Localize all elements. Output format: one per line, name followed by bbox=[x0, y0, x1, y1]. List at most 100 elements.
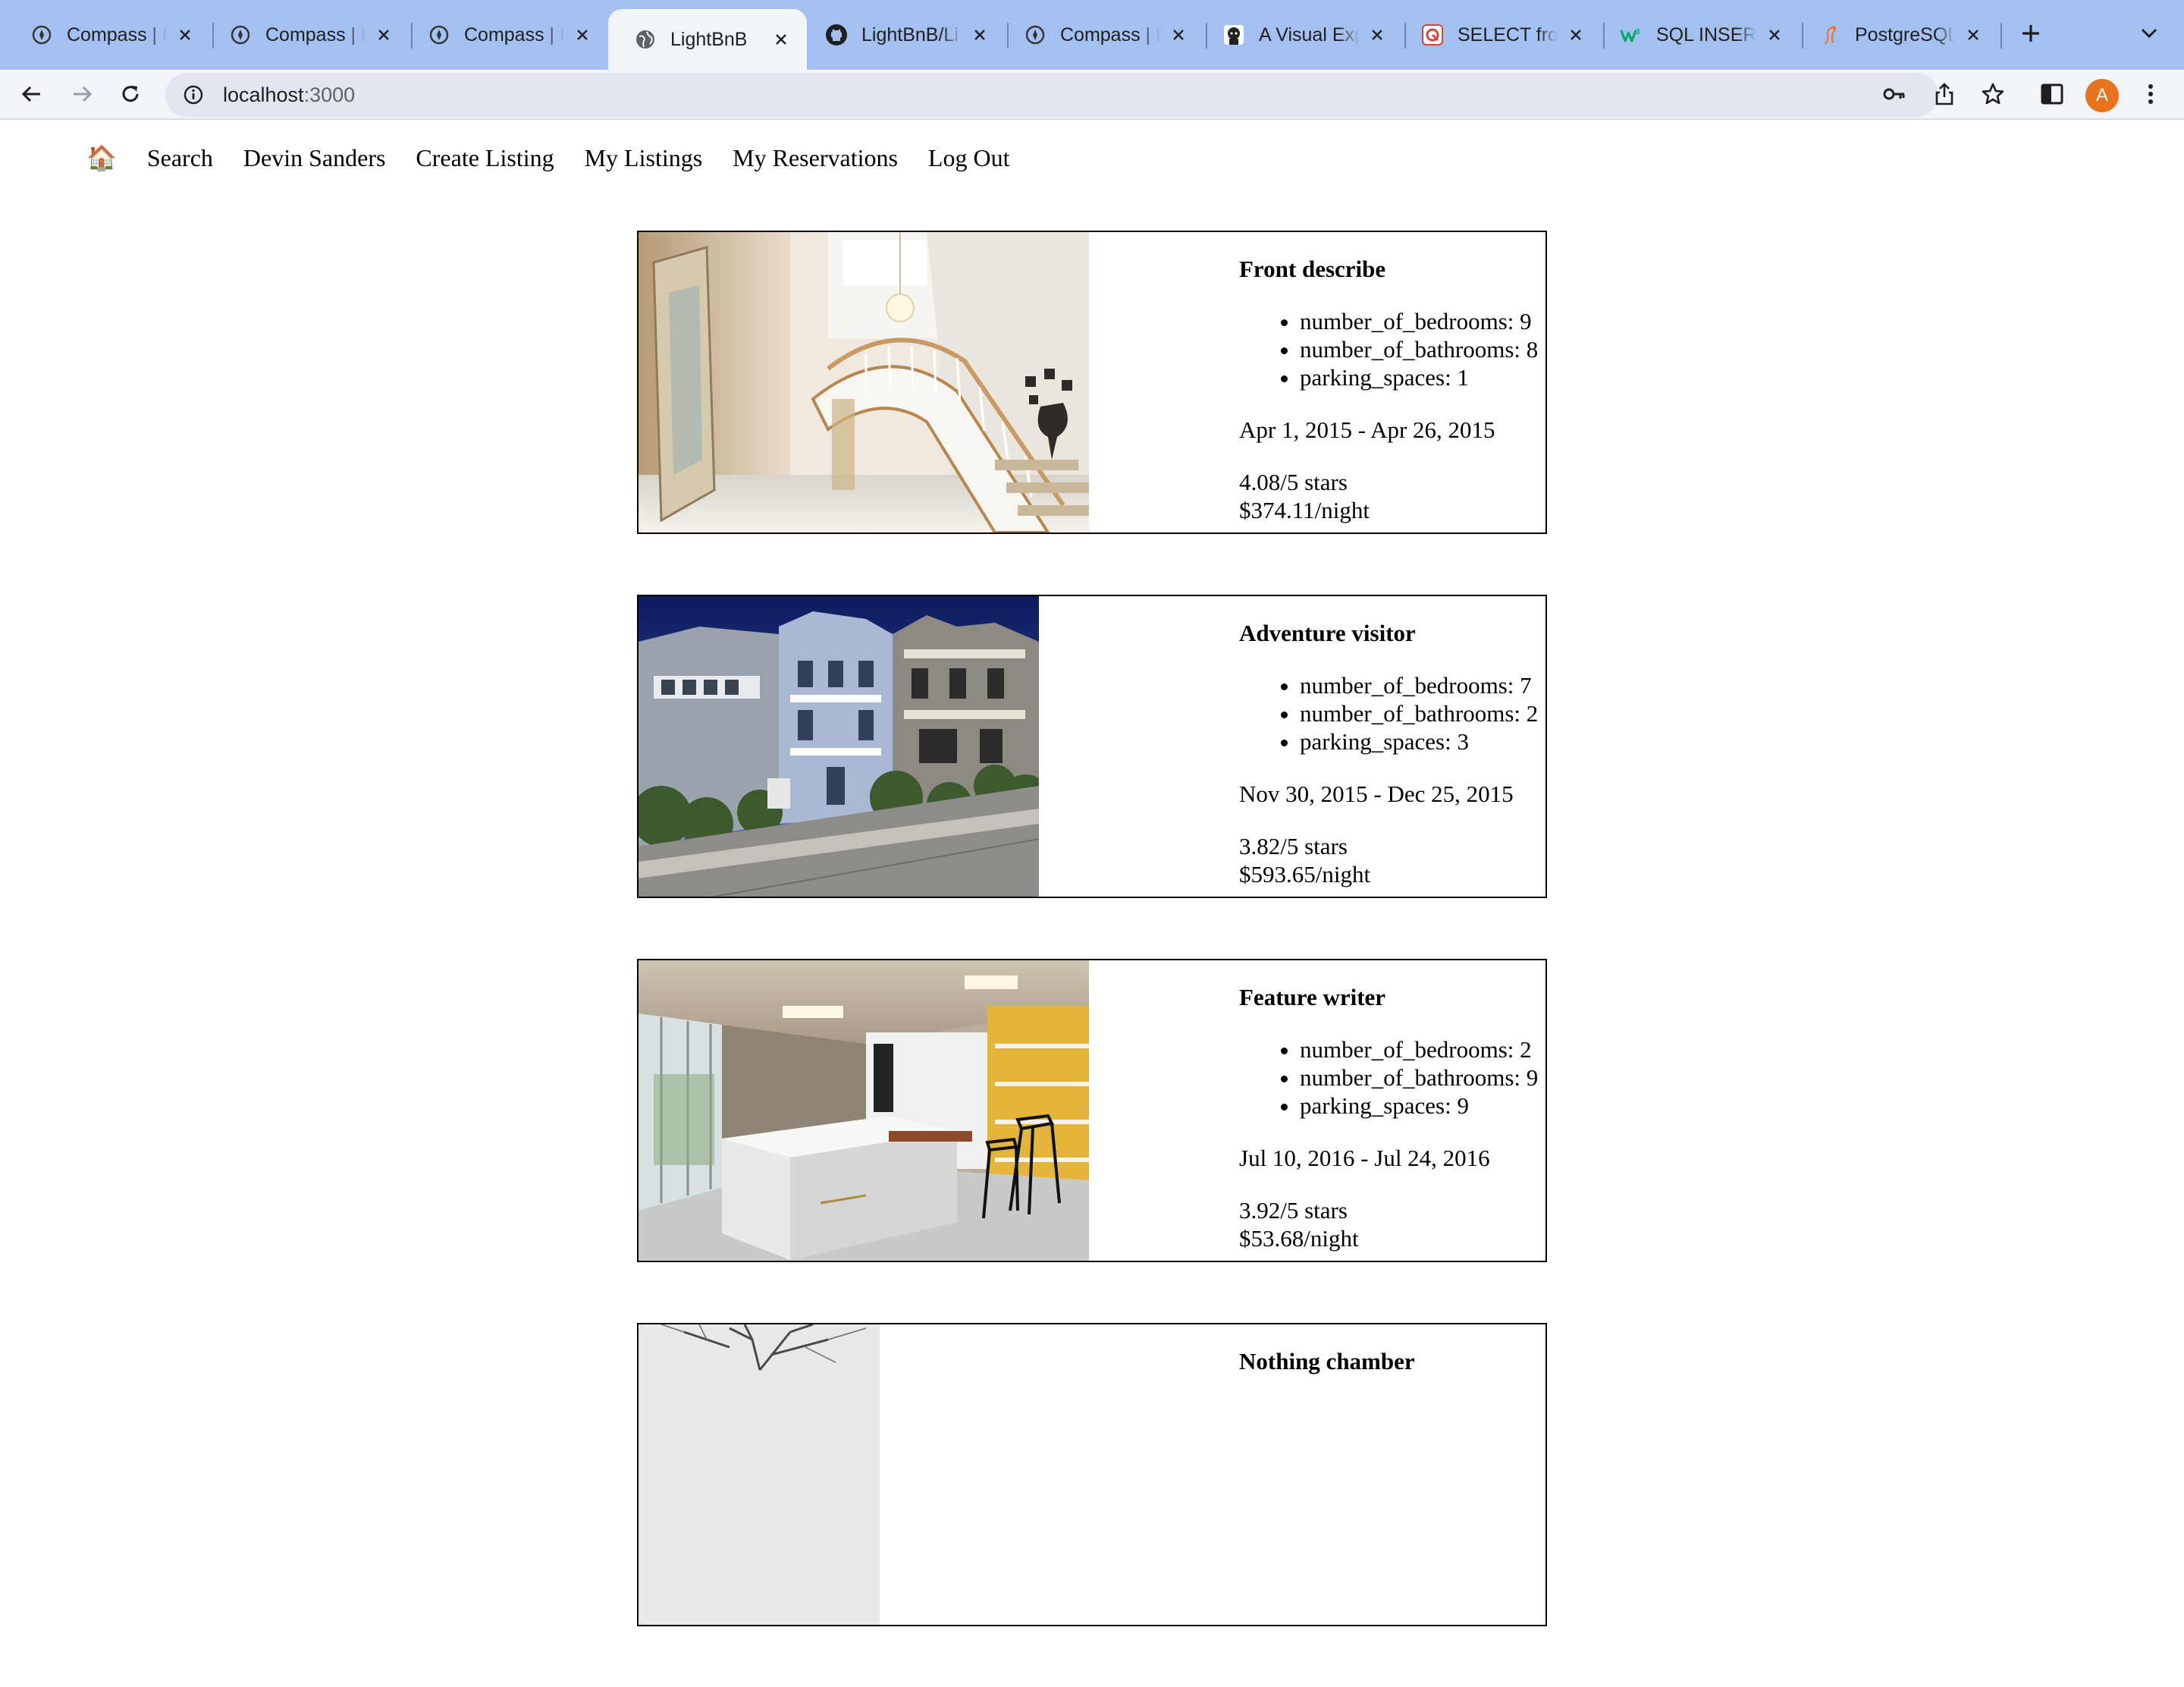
chevron-down-icon bbox=[2140, 27, 2158, 43]
listing-price: $593.65/night bbox=[1239, 861, 1371, 887]
listing-title: Feature writer bbox=[1239, 984, 1386, 1010]
listing-card: Front describe number_of_bedrooms: 9 num… bbox=[637, 231, 1547, 534]
tab-lightbnb[interactable]: LightBnB bbox=[608, 9, 807, 70]
listing-price: $374.11/night bbox=[1239, 497, 1370, 523]
password-key-icon[interactable] bbox=[1881, 80, 1908, 108]
listing-card: Nothing chamber bbox=[637, 1323, 1547, 1626]
forward-button[interactable] bbox=[65, 79, 99, 112]
tab-title: Compass | L bbox=[464, 24, 564, 46]
listing-photo-tree bbox=[639, 1324, 880, 1625]
tab-compass-4[interactable]: Compass | D bbox=[998, 9, 1204, 61]
close-icon[interactable] bbox=[770, 29, 792, 50]
compass-icon bbox=[30, 24, 53, 46]
close-icon[interactable] bbox=[1168, 24, 1189, 46]
tab-title: LightBnB/Li bbox=[861, 24, 959, 46]
nav-user-name[interactable]: Devin Sanders bbox=[243, 144, 386, 172]
listing-price: $53.68/night bbox=[1239, 1225, 1359, 1252]
more-menu-icon[interactable] bbox=[2137, 80, 2164, 108]
arrow-right-icon bbox=[71, 83, 93, 109]
listing-title: Front describe bbox=[1239, 256, 1386, 282]
tab-compass-1[interactable]: Compass | L bbox=[5, 9, 211, 61]
compass-icon bbox=[1024, 24, 1046, 46]
tab-strip: Compass | L Compass | L Compass | L Ligh… bbox=[0, 0, 2184, 70]
site-nav: 🏠 Search Devin Sanders Create Listing My… bbox=[86, 141, 1040, 174]
arrow-left-icon bbox=[20, 83, 43, 109]
tab-compass-3[interactable]: Compass | L bbox=[402, 9, 608, 61]
listing-parking: parking_spaces: 9 bbox=[1300, 1092, 1545, 1120]
listing-features: number_of_bedrooms: 9 number_of_bathroom… bbox=[1239, 307, 1545, 391]
close-icon[interactable] bbox=[1565, 24, 1586, 46]
address-bar[interactable]: localhost:3000 bbox=[165, 73, 1938, 117]
listing-rating: 4.08/5 stars bbox=[1239, 469, 1348, 495]
w3schools-icon: 3 bbox=[1620, 24, 1643, 46]
tab-title: LightBnB bbox=[670, 28, 748, 50]
close-icon[interactable] bbox=[1764, 24, 1785, 46]
nav-search-link[interactable]: Search bbox=[147, 144, 213, 172]
listing-details: Front describe number_of_bedrooms: 9 num… bbox=[1239, 255, 1545, 524]
listing-photo-staircase bbox=[639, 232, 1089, 532]
bookmark-star-icon[interactable] bbox=[1979, 80, 2007, 108]
tab-select-from[interactable]: SELECT from bbox=[1395, 9, 1602, 61]
info-icon[interactable] bbox=[182, 83, 205, 106]
nav-create-listing-link[interactable]: Create Listing bbox=[416, 144, 554, 172]
tab-compass-2[interactable]: Compass | L bbox=[203, 9, 410, 61]
listing-bathrooms: number_of_bathrooms: 9 bbox=[1300, 1063, 1545, 1092]
tab-separator bbox=[2000, 23, 2002, 49]
reload-button[interactable] bbox=[114, 79, 147, 112]
postgres-tutorial-icon bbox=[1421, 24, 1444, 46]
listing-parking: parking_spaces: 1 bbox=[1300, 363, 1545, 391]
plus-icon bbox=[2020, 23, 2041, 48]
back-button[interactable] bbox=[15, 79, 49, 112]
close-icon[interactable] bbox=[1963, 24, 1984, 46]
side-panel-icon[interactable] bbox=[2038, 80, 2066, 108]
url-port: :3000 bbox=[303, 83, 356, 106]
browser-toolbar: localhost:3000 A bbox=[0, 70, 2184, 120]
nav-my-reservations-link[interactable]: My Reservations bbox=[733, 144, 898, 172]
avatar-favicon-icon bbox=[1222, 24, 1245, 46]
listing-details: Feature writer number_of_bedrooms: 2 num… bbox=[1239, 983, 1545, 1252]
profile-avatar[interactable]: A bbox=[2085, 79, 2119, 112]
compass-icon bbox=[428, 24, 450, 46]
reservation-dates: Nov 30, 2015 - Dec 25, 2015 bbox=[1239, 781, 1514, 807]
share-icon[interactable] bbox=[1931, 80, 1958, 108]
new-tab-button[interactable] bbox=[2016, 20, 2046, 50]
listing-title: Nothing chamber bbox=[1239, 1348, 1415, 1374]
listing-title: Adventure visitor bbox=[1239, 620, 1416, 646]
close-icon[interactable] bbox=[969, 24, 990, 46]
tab-title: SQL INSERT bbox=[1656, 24, 1756, 46]
reservation-dates: Apr 1, 2015 - Apr 26, 2015 bbox=[1239, 416, 1495, 443]
listing-card: Adventure visitor number_of_bedrooms: 7 … bbox=[637, 595, 1547, 898]
tab-title: Compass | L bbox=[67, 24, 167, 46]
listing-rating: 3.82/5 stars bbox=[1239, 833, 1348, 859]
listing-details: Adventure visitor number_of_bedrooms: 7 … bbox=[1239, 619, 1545, 888]
github-icon bbox=[825, 24, 848, 46]
svg-text:3: 3 bbox=[1636, 28, 1640, 36]
tab-postgresql[interactable]: PostgreSQL bbox=[1793, 9, 1999, 61]
tab-visual-explanation[interactable]: A Visual Exp bbox=[1197, 9, 1403, 61]
tab-sql-insert[interactable]: 3 SQL INSERT bbox=[1594, 9, 1800, 61]
listing-photo-kitchen bbox=[639, 960, 1089, 1261]
close-icon[interactable] bbox=[572, 24, 593, 46]
close-icon[interactable] bbox=[373, 24, 394, 46]
nav-log-out-link[interactable]: Log Out bbox=[928, 144, 1010, 172]
postgres-elephant-icon bbox=[1818, 24, 1841, 46]
tab-title: SELECT from bbox=[1458, 24, 1558, 46]
listing-bedrooms: number_of_bedrooms: 7 bbox=[1300, 671, 1545, 699]
tab-github[interactable]: LightBnB/Li bbox=[799, 9, 1006, 61]
tab-title: Compass | L bbox=[265, 24, 366, 46]
tab-title: Compass | D bbox=[1060, 24, 1160, 46]
listing-features: number_of_bedrooms: 7 number_of_bathroom… bbox=[1239, 671, 1545, 756]
home-icon[interactable]: 🏠 bbox=[86, 143, 117, 172]
tab-title: PostgreSQL bbox=[1855, 24, 1955, 46]
close-icon[interactable] bbox=[1367, 24, 1388, 46]
tab-title: A Visual Exp bbox=[1259, 24, 1359, 46]
listing-details: Nothing chamber bbox=[1239, 1347, 1545, 1400]
tab-search-button[interactable] bbox=[2137, 23, 2161, 47]
listing-card: Feature writer number_of_bedrooms: 2 num… bbox=[637, 959, 1547, 1262]
reservations-list: Front describe number_of_bedrooms: 9 num… bbox=[637, 231, 1547, 1687]
nav-my-listings-link[interactable]: My Listings bbox=[585, 144, 703, 172]
reservation-dates: Jul 10, 2016 - Jul 24, 2016 bbox=[1239, 1145, 1490, 1171]
listing-bedrooms: number_of_bedrooms: 9 bbox=[1300, 307, 1545, 335]
close-icon[interactable] bbox=[174, 24, 196, 46]
reload-icon bbox=[119, 83, 142, 109]
